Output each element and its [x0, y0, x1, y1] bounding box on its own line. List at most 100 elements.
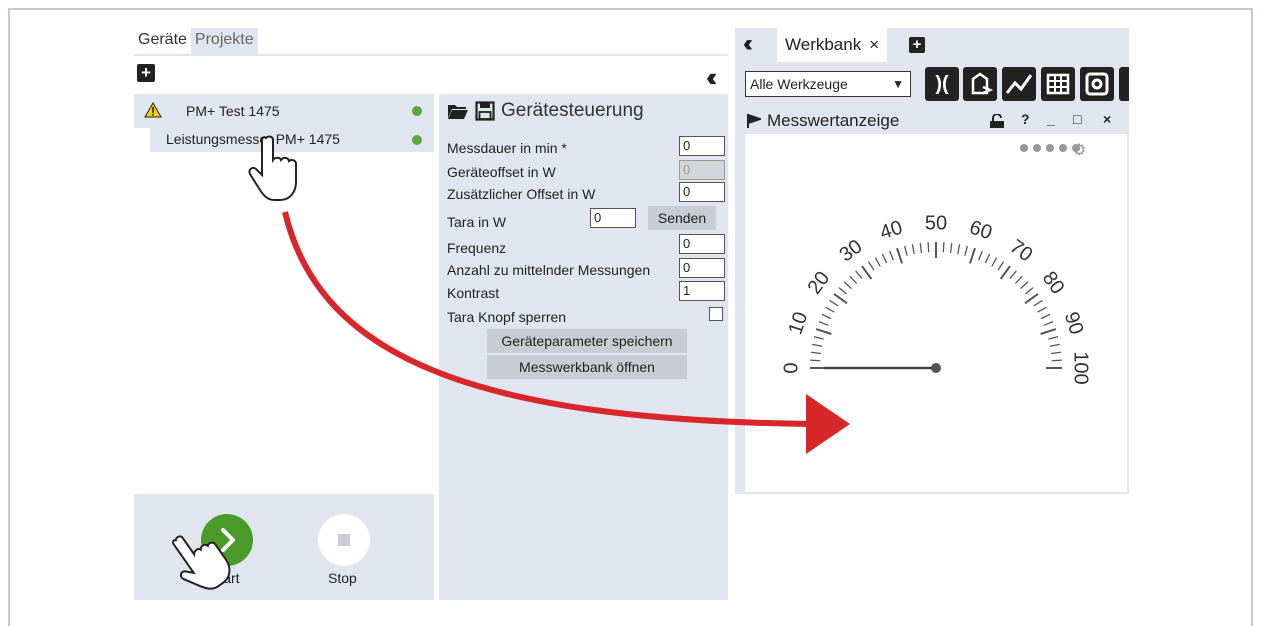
close-icon[interactable]: ×	[1103, 111, 1111, 127]
gauge-tick-label: 100	[1070, 351, 1092, 384]
gauge-minor-tick	[825, 306, 835, 313]
gauge-minor-tick	[889, 250, 894, 261]
tab-divider	[134, 54, 728, 56]
gauge-minor-tick	[949, 242, 953, 253]
collapse-chevron-icon[interactable]: ‹‹	[743, 30, 753, 58]
gauge-tick-label: 90	[1060, 309, 1088, 337]
gauge-minor-tick	[843, 281, 852, 290]
gauge-minor-tick	[927, 242, 930, 253]
gauge-major-tick	[833, 293, 848, 305]
device-tree-item[interactable]: PM+ Test 1475	[134, 94, 434, 128]
field-label: Frequenz	[447, 240, 507, 256]
tab-projekte[interactable]: Projekte	[190, 28, 258, 54]
gauge-major-tick	[896, 247, 903, 264]
help-icon[interactable]: ?	[1021, 111, 1030, 127]
bracket-tool-icon[interactable]: )(	[925, 67, 959, 101]
add-device-button[interactable]: +	[137, 64, 155, 82]
device-label: PM+ Test 1475	[186, 103, 280, 119]
gauge-minor-tick	[904, 245, 908, 256]
gauge-tick-label: 0	[780, 362, 802, 373]
gauge-minor-tick	[919, 242, 923, 253]
gauge-hub	[931, 363, 941, 373]
table-tool-icon[interactable]	[1041, 67, 1075, 101]
gauge-minor-tick	[810, 359, 821, 362]
gauge-minor-tick	[984, 253, 991, 264]
gauge-minor-tick	[997, 261, 1005, 271]
tab-werkbank-label: Werkbank	[785, 35, 862, 54]
zusatz-offset-input[interactable]: 0	[679, 182, 725, 202]
tara-lock-checkbox[interactable]	[709, 307, 723, 321]
tara-input[interactable]: 0	[590, 208, 636, 228]
device-child-item[interactable]: Leistungsmesser PM+ 1475	[150, 128, 434, 152]
gauge-major-tick	[1040, 328, 1057, 335]
gauge-tick-label: 10	[784, 309, 812, 337]
gauge-minor-tick	[978, 250, 983, 261]
gear-icon[interactable]: ⚙	[1072, 143, 1086, 159]
gauge-tick-label: 40	[877, 216, 905, 244]
gauge-minor-tick	[991, 257, 998, 267]
gauge-minor-tick	[1051, 351, 1062, 355]
field-label: Tara Knopf sperren	[447, 309, 567, 325]
gauge-minor-tick	[964, 245, 968, 256]
dot-icon	[1059, 144, 1067, 152]
geraeteoffset-input: 0	[679, 160, 725, 180]
start-label: Start	[210, 570, 240, 586]
calculator-tool-icon[interactable]	[963, 67, 997, 101]
close-icon[interactable]: ×	[869, 35, 879, 55]
gauge-minor-tick	[1043, 321, 1054, 326]
gauge-minor-tick	[957, 244, 961, 255]
gauge-minor-tick	[1024, 287, 1034, 295]
line-chart-tool-icon[interactable]	[1002, 67, 1036, 101]
stop-label: Stop	[328, 570, 357, 586]
mittelung-input[interactable]: 0	[679, 258, 725, 278]
minimize-icon[interactable]: _	[1047, 111, 1055, 127]
frequenz-input[interactable]: 0	[679, 234, 725, 254]
gauge-minor-tick	[849, 275, 858, 284]
gauge-minor-tick	[1037, 306, 1047, 313]
left-tab-bar: Geräte Projekte	[134, 28, 258, 54]
maximize-icon[interactable]: □	[1073, 111, 1081, 127]
tab-geraete[interactable]: Geräte	[134, 28, 191, 54]
more-tool-icon[interactable]	[1119, 67, 1129, 101]
panel-options[interactable]: ⚙	[1020, 143, 1086, 159]
kontrast-input[interactable]: 1	[679, 281, 725, 301]
gauge-minor-tick	[874, 257, 881, 267]
dot-icon	[1046, 144, 1054, 152]
folder-open-icon[interactable]	[447, 102, 469, 120]
send-button[interactable]: Senden	[648, 206, 716, 230]
gauge-minor-tick	[1020, 281, 1029, 290]
flag-icon	[747, 114, 761, 128]
speedometer-gauge: 010203040 50 60708090100	[780, 212, 1092, 384]
collapse-chevron-icon[interactable]: ‹‹	[706, 62, 718, 93]
start-button[interactable]	[201, 514, 253, 566]
tool-select-value: Alle Werkzeuge	[750, 76, 848, 92]
field-label: Tara in W	[447, 214, 507, 230]
gauge-minor-tick	[881, 253, 888, 264]
gauge-minor-tick	[855, 270, 863, 280]
open-workbench-button[interactable]: Messwerkbank öffnen	[487, 355, 687, 379]
chevron-down-icon: ▼	[892, 77, 904, 91]
gauge-minor-tick	[1033, 299, 1043, 307]
stop-button[interactable]	[318, 514, 370, 566]
status-dot-icon	[412, 135, 422, 145]
field-label: Anzahl zu mittelnder Messungen	[447, 262, 651, 278]
gauge-minor-tick	[1049, 343, 1060, 347]
gauge-tool-icon[interactable]	[1080, 67, 1114, 101]
gauge-minor-tick	[838, 287, 848, 295]
save-params-button[interactable]: Geräteparameter speichern	[487, 329, 687, 353]
gauge-tick-label: 20	[803, 267, 834, 298]
tool-select[interactable]: Alle Werkzeuge ▼	[745, 71, 911, 97]
gauge-minor-tick	[911, 244, 915, 255]
gauge-tick-label: 70	[1006, 235, 1037, 266]
workbench-tab-bar: ‹‹ Werkbank × +	[735, 28, 1129, 62]
add-tab-button[interactable]: +	[909, 37, 925, 53]
tab-werkbank[interactable]: Werkbank ×	[777, 28, 888, 62]
dot-icon	[1033, 144, 1041, 152]
run-controls: Start Stop	[134, 494, 434, 600]
gauge-tick-label: 30	[835, 235, 866, 266]
save-icon[interactable]	[475, 101, 495, 121]
messdauer-input[interactable]: 0	[679, 136, 725, 156]
gauge-minor-tick	[810, 351, 821, 355]
gauge-major-tick	[999, 265, 1011, 280]
lock-icon[interactable]	[989, 114, 1005, 128]
